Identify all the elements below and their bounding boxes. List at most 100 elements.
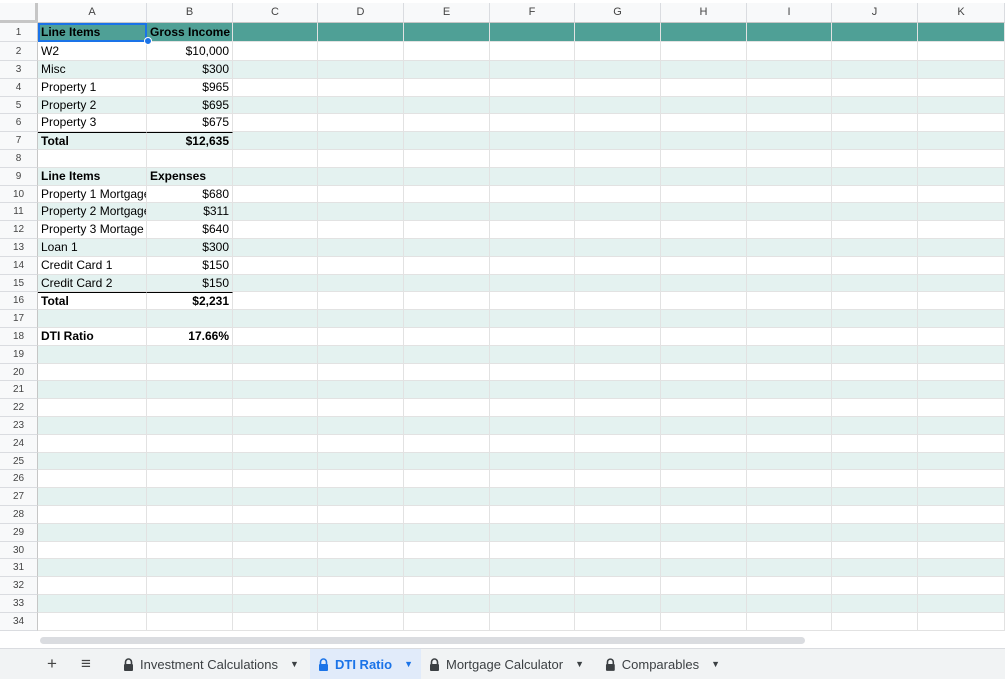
row-header[interactable]: 5	[0, 96, 38, 115]
cell-b25[interactable]	[147, 452, 233, 471]
cell-d18[interactable]	[318, 328, 404, 346]
chevron-down-icon[interactable]: ▼	[711, 659, 720, 669]
cell-j23[interactable]	[832, 417, 918, 435]
cell-b7[interactable]: $12,635	[147, 132, 233, 150]
cell-c1[interactable]	[233, 23, 318, 42]
cell-f31[interactable]	[490, 559, 575, 578]
cell-f2[interactable]	[490, 42, 575, 61]
cell-g24[interactable]	[575, 434, 661, 453]
sheet-tab[interactable]: DTI Ratio ▼	[310, 649, 421, 679]
cell-b23[interactable]	[147, 417, 233, 435]
cell-e19[interactable]	[404, 345, 490, 364]
cell-h20[interactable]	[661, 363, 747, 382]
row-header[interactable]: 27	[0, 488, 38, 506]
cell-b33[interactable]	[147, 595, 233, 613]
cell-f26[interactable]	[490, 470, 575, 489]
row-header[interactable]: 24	[0, 434, 38, 453]
cell-i16[interactable]	[747, 292, 832, 311]
cell-f3[interactable]	[490, 61, 575, 79]
cell-d7[interactable]	[318, 132, 404, 150]
cell-c2[interactable]	[233, 42, 318, 61]
cell-a11[interactable]: Property 2 Mortgage	[38, 203, 147, 222]
cell-f12[interactable]	[490, 221, 575, 239]
cell-h19[interactable]	[661, 345, 747, 364]
cell-i26[interactable]	[747, 470, 832, 489]
sheet-tab[interactable]: Mortgage Calculator ▼	[421, 649, 594, 679]
cell-d5[interactable]	[318, 96, 404, 115]
cell-f22[interactable]	[490, 399, 575, 417]
row-header[interactable]: 19	[0, 345, 38, 364]
cell-b8[interactable]	[147, 150, 233, 168]
cell-j16[interactable]	[832, 292, 918, 311]
cell-b5[interactable]: $695	[147, 96, 233, 115]
cell-k30[interactable]	[918, 541, 1005, 560]
cell-g26[interactable]	[575, 470, 661, 489]
cell-a15[interactable]: Credit Card 2	[38, 274, 147, 293]
cell-c34[interactable]	[233, 612, 318, 631]
cell-d33[interactable]	[318, 595, 404, 613]
cell-h30[interactable]	[661, 541, 747, 560]
chevron-down-icon[interactable]: ▼	[575, 659, 584, 669]
cell-a33[interactable]	[38, 595, 147, 613]
cell-b22[interactable]	[147, 399, 233, 417]
row-header[interactable]: 25	[0, 452, 38, 471]
cell-g31[interactable]	[575, 559, 661, 578]
cell-c25[interactable]	[233, 452, 318, 471]
cell-j19[interactable]	[832, 345, 918, 364]
cell-j24[interactable]	[832, 434, 918, 453]
cell-g19[interactable]	[575, 345, 661, 364]
column-header-a[interactable]: A	[38, 3, 147, 23]
cell-f16[interactable]	[490, 292, 575, 311]
cell-f10[interactable]	[490, 185, 575, 204]
cell-k26[interactable]	[918, 470, 1005, 489]
cell-j2[interactable]	[832, 42, 918, 61]
cell-k7[interactable]	[918, 132, 1005, 150]
cell-c9[interactable]	[233, 167, 318, 186]
row-header[interactable]: 32	[0, 577, 38, 595]
cell-b15[interactable]: $150	[147, 274, 233, 293]
cell-e20[interactable]	[404, 363, 490, 382]
cell-j26[interactable]	[832, 470, 918, 489]
cell-f23[interactable]	[490, 417, 575, 435]
cell-g9[interactable]	[575, 167, 661, 186]
cell-a18[interactable]: DTI Ratio	[38, 328, 147, 346]
sheet-tab[interactable]: Comparables ▼	[597, 649, 728, 679]
cell-c12[interactable]	[233, 221, 318, 239]
cell-b17[interactable]	[147, 310, 233, 328]
cell-b18[interactable]: 17.66%	[147, 328, 233, 346]
cell-e3[interactable]	[404, 61, 490, 79]
cell-c7[interactable]	[233, 132, 318, 150]
cell-i9[interactable]	[747, 167, 832, 186]
row-header[interactable]: 3	[0, 61, 38, 79]
all-sheets-button[interactable]: ≡	[76, 655, 96, 673]
cell-j8[interactable]	[832, 150, 918, 168]
cell-c16[interactable]	[233, 292, 318, 311]
cell-k17[interactable]	[918, 310, 1005, 328]
cell-b16[interactable]: $2,231	[147, 292, 233, 311]
cell-g7[interactable]	[575, 132, 661, 150]
cell-c21[interactable]	[233, 381, 318, 400]
cell-c15[interactable]	[233, 274, 318, 293]
cell-a2[interactable]: W2	[38, 42, 147, 61]
cell-k21[interactable]	[918, 381, 1005, 400]
cell-c20[interactable]	[233, 363, 318, 382]
cell-f21[interactable]	[490, 381, 575, 400]
cell-g1[interactable]	[575, 23, 661, 42]
cell-g5[interactable]	[575, 96, 661, 115]
cell-d21[interactable]	[318, 381, 404, 400]
row-header[interactable]: 17	[0, 310, 38, 328]
cell-g16[interactable]	[575, 292, 661, 311]
cell-i5[interactable]	[747, 96, 832, 115]
cell-d23[interactable]	[318, 417, 404, 435]
cell-c18[interactable]	[233, 328, 318, 346]
chevron-down-icon[interactable]: ▼	[290, 659, 299, 669]
cell-d14[interactable]	[318, 256, 404, 275]
cell-i2[interactable]	[747, 42, 832, 61]
cell-h12[interactable]	[661, 221, 747, 239]
cell-a10[interactable]: Property 1 Mortgage	[38, 185, 147, 204]
cell-g10[interactable]	[575, 185, 661, 204]
cell-g18[interactable]	[575, 328, 661, 346]
row-header[interactable]: 13	[0, 239, 38, 257]
cell-h25[interactable]	[661, 452, 747, 471]
cell-f32[interactable]	[490, 577, 575, 595]
